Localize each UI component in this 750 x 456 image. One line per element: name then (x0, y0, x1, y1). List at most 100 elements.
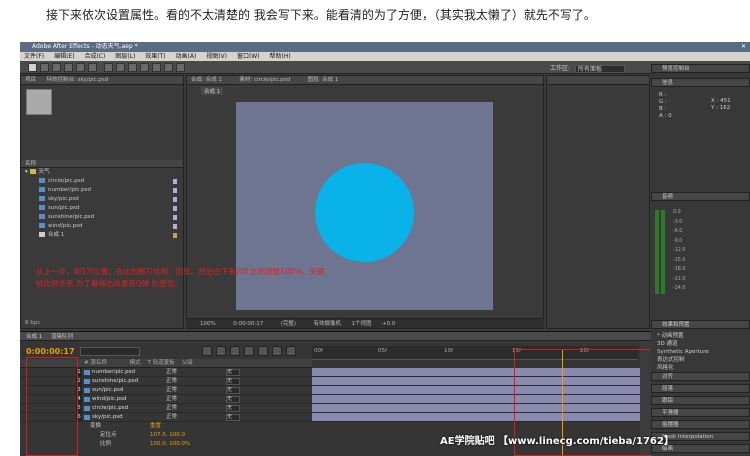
tab-footage[interactable]: 素材: circle/pic.psd (239, 77, 290, 83)
list-item[interactable]: 3D 通道 (657, 340, 709, 348)
window-titlebar: Adobe After Effects - 动态天气.aep * ✕ (20, 42, 750, 52)
pen-tool-icon[interactable] (116, 63, 125, 72)
tutorial-annotation: 从上一步，到17f位置。在比例那打比例，回车。然后往下来20f 比例调整100%… (36, 267, 325, 288)
list-item[interactable]: 合成 1 (21, 231, 183, 240)
audio-meter-right (661, 210, 665, 294)
menu-help[interactable]: 帮助(H) (269, 53, 290, 60)
menu-edit[interactable]: 编辑(E) (54, 53, 74, 60)
tab-smoother[interactable]: 平滑器 (651, 408, 750, 417)
tab-preview[interactable]: 信息 (651, 78, 750, 87)
parent-header[interactable]: 父级 (182, 360, 193, 366)
clone-stamp-tool-icon[interactable] (152, 63, 161, 72)
source-name-header[interactable]: # 源名称 (84, 360, 107, 366)
tab-comp-timeline[interactable]: 合成 1 (26, 334, 42, 340)
tab-composition[interactable]: 合成: 合成 1 (191, 77, 222, 83)
views-select[interactable]: 1个视图 (352, 321, 372, 327)
blue-circle-layer[interactable] (315, 163, 414, 262)
selection-tool-icon[interactable] (28, 63, 37, 72)
right-panel-column: 预览控制台 信息 R : G : B : A : 0 X : 451 Y : 1… (651, 64, 750, 456)
list-item[interactable]: 风格化 (657, 364, 709, 372)
text-tool-icon[interactable] (128, 63, 137, 72)
composition-panel-header: 合成: 合成 1 素材: circle/pic.psd 图层: 合成 1 (187, 76, 543, 85)
rectangle-tool-icon[interactable] (104, 63, 113, 72)
footage-thumbnail (26, 89, 52, 115)
info-panel: 预览控制台 (651, 64, 750, 73)
rotate-tool-icon[interactable] (64, 63, 73, 72)
zoom-select[interactable]: 100% (200, 321, 216, 327)
tab-layer[interactable]: 图层: 合成 1 (308, 77, 339, 83)
list-item[interactable]: wind/pic.psd (21, 222, 183, 231)
composition-icon (39, 232, 45, 237)
list-item[interactable]: 表达式控制 (657, 356, 709, 364)
project-panel: 项目 特效控制台: sky/pic.psd 名称 ▾ 天气 circle/pic… (20, 75, 184, 329)
bit-depth-label[interactable]: 8 bpc (25, 320, 40, 326)
motion-blur-icon[interactable] (258, 346, 268, 356)
tab-info[interactable]: 预览控制台 (651, 64, 750, 73)
tab-project[interactable]: 项目 (25, 77, 36, 83)
tools-toolbar: 工作区: 所有面板 (20, 61, 750, 74)
trkmat-header[interactable]: T 轨道蒙板 (148, 360, 175, 366)
frame-blending-icon[interactable] (244, 346, 254, 356)
eraser-tool-icon[interactable] (164, 63, 173, 72)
list-item[interactable]: Synthetic Aperture (657, 348, 709, 356)
menu-file[interactable]: 文件(F) (24, 53, 44, 60)
tab-effect-controls[interactable]: 特效控制台: sky/pic.psd (47, 77, 109, 83)
comp-mini-flowchart-icon[interactable] (202, 346, 212, 356)
brush-tool-icon[interactable] (140, 63, 149, 72)
audio-meter-left (655, 210, 659, 294)
draft-3d-icon[interactable] (216, 346, 226, 356)
comp-breadcrumb[interactable]: 合成 1 (201, 87, 224, 95)
ruler-tick: 10f (444, 348, 453, 354)
menu-view[interactable]: 视图(V) (206, 53, 227, 60)
workspace-select[interactable]: 所有面板 (574, 64, 625, 73)
timeline-search-input[interactable] (80, 347, 140, 356)
comp-timecode[interactable]: 0:00:00:17 (233, 321, 263, 327)
tab-align[interactable]: 对齐 (651, 372, 750, 381)
psd-file-icon (39, 214, 45, 219)
annotation-highlight-box (26, 357, 78, 456)
camera-select[interactable]: 有效摄像机 (314, 321, 342, 327)
close-icon[interactable]: ✕ (741, 42, 746, 52)
ruler-tick: 05f (378, 348, 387, 354)
project-column-header[interactable]: 名称 (21, 160, 183, 168)
resolution-select[interactable]: (完整) (281, 321, 296, 327)
tab-paragraph[interactable]: 段落 (651, 384, 750, 393)
info-readout: R : G : B : A : 0 (659, 92, 672, 119)
tab-tracker[interactable]: 跟踪 (651, 396, 750, 405)
tab-wiggler[interactable]: 摇摆器 (651, 420, 750, 429)
workspace-label: 工作区: (550, 65, 571, 72)
pan-behind-tool-icon[interactable] (88, 63, 97, 72)
project-folder[interactable]: ▾ 天气 (21, 168, 183, 177)
list-item[interactable]: * 动画预置 (657, 332, 709, 340)
menu-window[interactable]: 窗口(W) (237, 53, 260, 60)
menu-animation[interactable]: 动画(A) (176, 53, 197, 60)
forum-watermark: AE学院贴吧 【www.linecg.com/tieba/1762】 (440, 436, 674, 447)
list-item[interactable]: sky/pic.psd (21, 195, 183, 204)
mode-header[interactable]: 模式 (130, 360, 141, 366)
brainstorm-icon[interactable] (272, 346, 282, 356)
tab-effects-presets[interactable]: 效果和预置 (651, 320, 750, 329)
list-item[interactable]: number/pic.psd (21, 186, 183, 195)
menu-composition[interactable]: 合成(C) (84, 53, 105, 60)
composition-view-bar: 100% 0:00:00:17 (完整) 有效摄像机 1个视图 +0.0 (186, 318, 544, 328)
graph-editor-icon[interactable] (286, 346, 296, 356)
list-item[interactable]: sun/pic.psd (21, 204, 183, 213)
menu-effect[interactable]: 效果(T) (145, 53, 165, 60)
timeline-tabs: 合成 1 渲染队列 (20, 331, 750, 341)
hide-shy-layers-icon[interactable] (230, 346, 240, 356)
camera-tool-icon[interactable] (76, 63, 85, 72)
hand-tool-icon[interactable] (40, 63, 49, 72)
after-effects-window: Adobe After Effects - 动态天气.aep * ✕ 文件(F)… (20, 42, 750, 456)
psd-file-icon (39, 178, 45, 183)
puppet-tool-icon[interactable] (176, 63, 185, 72)
list-item[interactable]: sunshine/pic.psd (21, 213, 183, 222)
window-title: Adobe After Effects - 动态天气.aep * (32, 43, 138, 50)
list-item[interactable]: circle/pic.psd (21, 177, 183, 186)
exposure-value[interactable]: +0.0 (382, 321, 395, 327)
tab-render-queue[interactable]: 渲染队列 (51, 334, 73, 340)
menu-layer[interactable]: 图层(L) (115, 53, 135, 60)
effects-presets-panel: 效果和预置 * 动画预置 3D 通道 Synthetic Aperture 表达… (651, 320, 750, 371)
zoom-tool-icon[interactable] (52, 63, 61, 72)
tab-audio[interactable]: 音频 (651, 192, 750, 201)
timeline-timecode[interactable]: 0:00:00:17 (26, 347, 75, 356)
